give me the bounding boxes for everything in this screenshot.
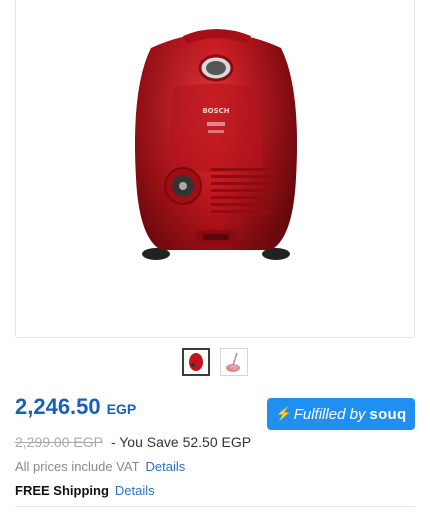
price-row: 2,246.50 EGP ⚡ Fulfilled by souq bbox=[15, 392, 415, 430]
thumbnail-strip bbox=[0, 348, 430, 376]
vacuum-thumbnail-icon bbox=[189, 353, 203, 371]
souq-logo-text: souq bbox=[369, 405, 407, 423]
savings-text: - You Save 52.50 EGP bbox=[110, 434, 252, 450]
current-price: 2,246.50 EGP bbox=[15, 394, 136, 420]
price-value: 2,246.50 bbox=[15, 394, 101, 419]
vat-details-link[interactable]: Details bbox=[146, 459, 186, 474]
thumbnail-vacuum[interactable] bbox=[182, 348, 210, 376]
shipping-row: FREE Shipping Details bbox=[15, 483, 155, 498]
vacuum-accessory-thumbnail-icon bbox=[226, 352, 240, 372]
price-currency: EGP bbox=[106, 401, 137, 417]
fulfilled-text: Fulfilled by bbox=[293, 405, 366, 423]
product-image-frame: BOSCH bbox=[15, 0, 415, 338]
divider bbox=[15, 506, 415, 507]
vat-row: All prices include VAT Details bbox=[15, 459, 185, 474]
thumbnail-accessory[interactable] bbox=[220, 348, 248, 376]
brand-logo: BOSCH bbox=[202, 107, 229, 115]
old-price: 2,299.00 EGP bbox=[15, 434, 103, 450]
vat-text: All prices include VAT bbox=[15, 459, 140, 474]
savings-row: 2,299.00 EGP - You Save 52.50 EGP bbox=[15, 434, 251, 450]
shipping-label: FREE Shipping bbox=[15, 483, 109, 498]
fulfilled-by-souq-badge[interactable]: ⚡ Fulfilled by souq bbox=[267, 398, 415, 430]
shipping-details-link[interactable]: Details bbox=[115, 483, 155, 498]
product-image[interactable]: BOSCH bbox=[111, 18, 321, 268]
lightning-icon: ⚡ bbox=[275, 406, 292, 421]
